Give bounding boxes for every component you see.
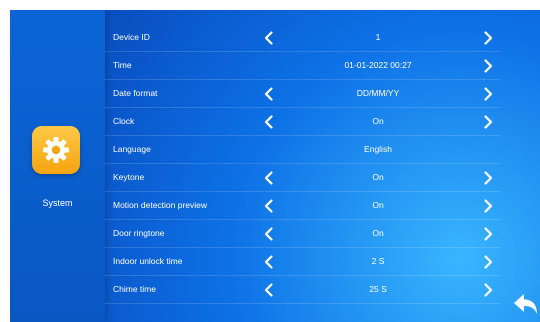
setting-value: On [372, 200, 384, 210]
setting-value: English [364, 144, 392, 154]
chevron-left-icon[interactable] [262, 282, 276, 298]
setting-value: On [372, 228, 384, 238]
setting-row-clock[interactable]: Clock On [105, 108, 500, 136]
chevron-left-icon[interactable] [262, 30, 276, 46]
sidebar-label: System [42, 198, 73, 208]
setting-value: 25 S [369, 284, 387, 294]
setting-label: Time [113, 60, 132, 70]
setting-row-chime-time[interactable]: Chime time 25 S [105, 276, 500, 304]
setting-row-device-id[interactable]: Device ID 1 [105, 24, 500, 52]
setting-value: DD/MM/YY [356, 88, 400, 98]
chevron-right-icon[interactable] [481, 282, 495, 298]
chevron-left-icon[interactable] [262, 114, 276, 130]
setting-row-time[interactable]: Time 01-01-2022 00:27 [105, 52, 500, 80]
setting-label: Device ID [113, 32, 150, 42]
chevron-right-icon[interactable] [481, 114, 495, 130]
chevron-right-icon[interactable] [481, 198, 495, 214]
settings-list: Device ID 1 Time 01-01-2022 00:27 Date forma… [105, 24, 500, 304]
sidebar: System [10, 10, 105, 322]
setting-label: Clock [113, 116, 135, 126]
gear-icon [43, 137, 69, 163]
chevron-right-icon[interactable] [481, 226, 495, 242]
chevron-left-icon[interactable] [262, 198, 276, 214]
back-arrow-icon[interactable] [510, 290, 540, 318]
chevron-right-icon[interactable] [481, 86, 495, 102]
setting-label: Door ringtone [113, 228, 165, 238]
setting-label: Date format [113, 88, 158, 98]
setting-label: Keytone [113, 172, 145, 182]
setting-value: 01-01-2022 00:27 [344, 60, 412, 70]
settings-screen: System Device ID 1 Time 01-01-2022 00:27 Dat… [10, 10, 540, 322]
setting-value: On [372, 172, 384, 182]
setting-row-keytone[interactable]: Keytone On [105, 164, 500, 192]
chevron-right-icon[interactable] [481, 170, 495, 186]
setting-row-language[interactable]: Language English [105, 136, 500, 164]
setting-row-indoor-unlock-time[interactable]: Indoor unlock time 2 S [105, 248, 500, 276]
setting-row-motion-detection-preview[interactable]: Motion detection preview On [105, 192, 500, 220]
chevron-right-icon[interactable] [481, 30, 495, 46]
setting-row-date-format[interactable]: Date format DD/MM/YY [105, 80, 500, 108]
chevron-left-icon[interactable] [262, 226, 276, 242]
system-app-button[interactable] [32, 126, 80, 174]
chevron-left-icon[interactable] [262, 254, 276, 270]
chevron-right-icon[interactable] [481, 58, 495, 74]
setting-value: 1 [375, 32, 381, 42]
setting-label: Chime time [113, 284, 156, 294]
chevron-left-icon[interactable] [262, 170, 276, 186]
setting-row-door-ringtone[interactable]: Door ringtone On [105, 220, 500, 248]
setting-label: Language [113, 144, 151, 154]
chevron-left-icon[interactable] [262, 86, 276, 102]
chevron-right-icon[interactable] [481, 254, 495, 270]
setting-value: On [372, 116, 384, 126]
setting-label: Motion detection preview [113, 200, 208, 210]
setting-value: 2 S [371, 256, 385, 266]
setting-label: Indoor unlock time [113, 256, 183, 266]
